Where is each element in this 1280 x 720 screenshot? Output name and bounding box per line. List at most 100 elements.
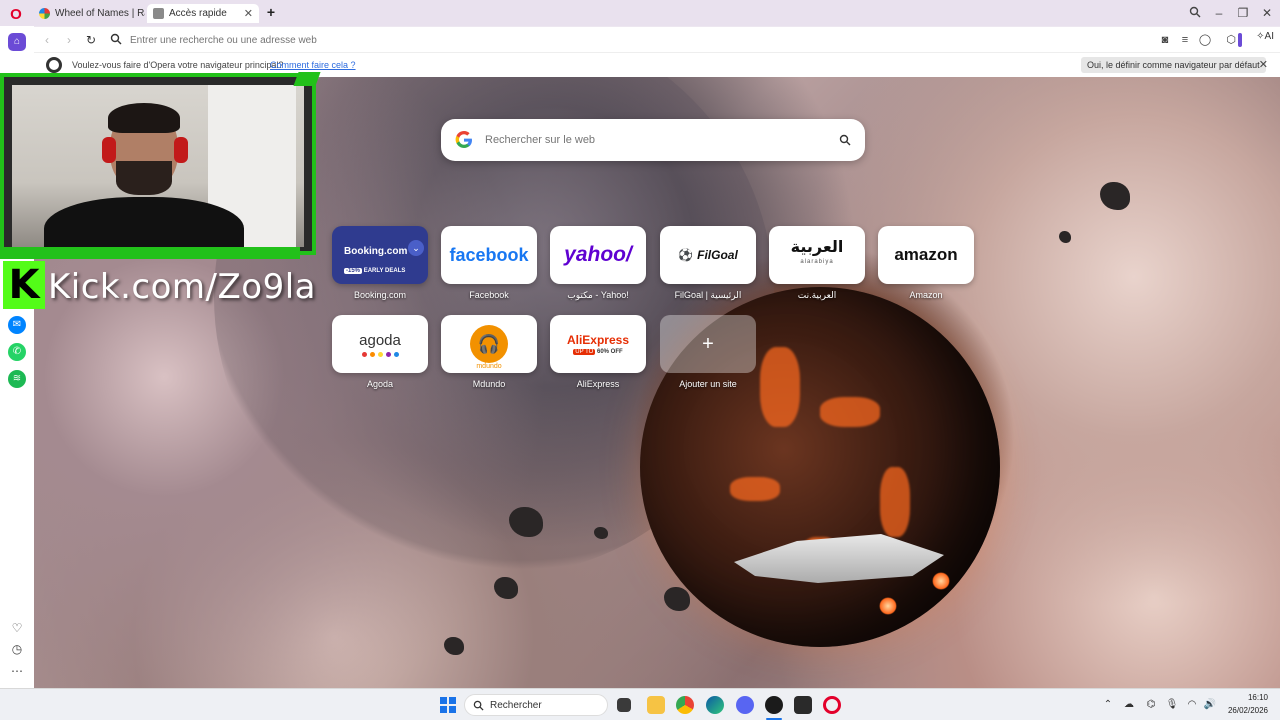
whatsapp-icon[interactable]: ✆ bbox=[8, 343, 26, 361]
close-window-button[interactable]: ✕ bbox=[1260, 6, 1274, 20]
dial-label: مكتوب - Yahoo! bbox=[567, 290, 629, 300]
plus-icon[interactable]: + bbox=[660, 315, 756, 373]
back-button[interactable]: ‹ bbox=[40, 33, 54, 47]
reload-button[interactable]: ↻ bbox=[84, 33, 98, 47]
windows-start-icon[interactable] bbox=[440, 697, 456, 713]
new-tab-button[interactable]: + bbox=[264, 5, 278, 19]
dial-tile[interactable]: agoda bbox=[332, 315, 428, 373]
speed-dial-aliexpress[interactable]: AliExpress UP TO 60% OFF AliExpress bbox=[550, 315, 646, 389]
forward-button[interactable]: › bbox=[62, 33, 76, 47]
file-explorer-icon[interactable] bbox=[647, 696, 665, 714]
agoda-logo: agoda bbox=[359, 332, 401, 357]
speed-dial-mdundo[interactable]: 🎧 mdundo Mdundo bbox=[441, 315, 537, 389]
epic-games-icon[interactable] bbox=[794, 696, 812, 714]
speed-dial-agoda[interactable]: agoda Agoda bbox=[332, 315, 428, 389]
maximize-button[interactable]: ❐ bbox=[1236, 6, 1250, 20]
speed-dial-yahoo[interactable]: yahoo/ مكتوب - Yahoo! bbox=[550, 226, 646, 301]
windows-taskbar: Rechercher ⌃ ☁ ⌬ 🎙 ◠ 🔊 16:10 26/02/2026 bbox=[0, 688, 1280, 720]
dial-tile[interactable]: amazon bbox=[878, 226, 974, 284]
tab-wheel-of-names[interactable]: Wheel of Names | Rando bbox=[33, 4, 145, 23]
filgoal-logo: FilGoal bbox=[697, 248, 738, 262]
amazon-logo: amazon bbox=[894, 245, 958, 264]
alarabiya-logo: العربية alarabiya bbox=[790, 239, 844, 266]
dial-tile[interactable]: AliExpress UP TO 60% OFF bbox=[550, 315, 646, 373]
chevron-down-icon[interactable]: ⌄ bbox=[408, 240, 424, 256]
dial-tile[interactable]: ⚽ FilGoal bbox=[660, 226, 756, 284]
messenger-icon[interactable]: ✉ bbox=[8, 316, 26, 334]
aria-ai-button[interactable]: ✧AI bbox=[1256, 31, 1274, 42]
web-search-input[interactable] bbox=[485, 131, 825, 149]
speed-dial-facebook[interactable]: facebook Facebook bbox=[441, 226, 537, 300]
accent-indicator bbox=[1238, 33, 1242, 47]
history-icon[interactable]: ◷ bbox=[8, 640, 26, 658]
opera-menu-icon[interactable]: O bbox=[8, 7, 24, 23]
opera-taskbar-icon[interactable] bbox=[823, 696, 841, 714]
heart-icon[interactable]: ♡ bbox=[8, 619, 26, 637]
search-icon bbox=[110, 33, 122, 45]
how-to-link[interactable]: Comment faire cela ? bbox=[270, 60, 356, 70]
more-icon[interactable]: ⋯ bbox=[8, 662, 26, 680]
discord-icon[interactable] bbox=[736, 696, 754, 714]
speed-dial-filgoal[interactable]: ⚽ FilGoal FilGoal | الرئيسية bbox=[660, 226, 756, 301]
taskbar-search[interactable]: Rechercher bbox=[464, 694, 608, 716]
dial-tile[interactable]: Booking.com -15% EARLY DEALS ⌄ bbox=[332, 226, 428, 284]
add-site-button[interactable]: + Ajouter un site bbox=[660, 315, 756, 389]
tab-search-icon[interactable] bbox=[1188, 6, 1202, 21]
wheel-favicon-icon bbox=[39, 8, 50, 19]
close-tab-icon[interactable]: ✕ bbox=[244, 7, 253, 20]
dial-tile[interactable]: facebook bbox=[441, 226, 537, 284]
minimize-button[interactable]: – bbox=[1212, 6, 1226, 20]
asteroid bbox=[664, 587, 690, 611]
tray-expand-icon[interactable]: ⌃ bbox=[1101, 698, 1115, 712]
speed-dial-home-icon[interactable]: ⌂ bbox=[8, 33, 26, 51]
dial-tile[interactable]: العربية alarabiya bbox=[769, 226, 865, 284]
headphones-left bbox=[102, 137, 116, 163]
volume-icon[interactable]: 🔊 bbox=[1203, 698, 1217, 712]
dial-tile[interactable]: yahoo/ bbox=[550, 226, 646, 284]
speed-dial-amazon[interactable]: amazon Amazon bbox=[878, 226, 974, 300]
extensions-icon[interactable]: ⬡ bbox=[1224, 33, 1238, 47]
taskbar-time[interactable]: 16:10 bbox=[1240, 693, 1268, 702]
spotify-icon[interactable]: ≋ bbox=[8, 370, 26, 388]
web-search-box[interactable] bbox=[441, 119, 865, 161]
kick-channel-url: Kick.com/Zo9la bbox=[48, 267, 317, 307]
engine-glow bbox=[932, 572, 950, 590]
dial-label: العربية.نت bbox=[797, 290, 837, 300]
address-input[interactable] bbox=[130, 31, 1030, 49]
task-view-icon[interactable] bbox=[617, 698, 631, 712]
tab-label: Accès rapide bbox=[169, 8, 227, 19]
speed-dial-alarabiya[interactable]: العربية alarabiya العربية.نت bbox=[769, 226, 865, 301]
edge-icon[interactable] bbox=[706, 696, 724, 714]
streamer-hair bbox=[108, 103, 180, 133]
obs-icon[interactable] bbox=[765, 696, 783, 714]
taskbar-date[interactable]: 26/02/2026 bbox=[1220, 706, 1268, 715]
headphones-icon: 🎧 bbox=[470, 325, 508, 363]
dial-label: Mdundo bbox=[472, 379, 506, 389]
booking-deal-badge: -15% EARLY DEALS bbox=[344, 268, 406, 274]
wifi-icon[interactable]: ◠ bbox=[1185, 698, 1199, 712]
kick-logo: K bbox=[3, 261, 45, 309]
profile-icon[interactable]: ◯ bbox=[1198, 33, 1212, 47]
asteroid bbox=[594, 527, 608, 539]
google-icon bbox=[455, 131, 472, 148]
dial-label: Agoda bbox=[366, 379, 394, 389]
speed-dial-booking[interactable]: Booking.com -15% EARLY DEALS ⌄ Booking.c… bbox=[332, 226, 428, 300]
set-default-button[interactable]: Oui, le définir comme navigateur par déf… bbox=[1081, 57, 1266, 73]
close-infobar-icon[interactable]: ✕ bbox=[1259, 58, 1268, 71]
asteroid bbox=[494, 577, 518, 599]
tab-acces-rapide[interactable]: Accès rapide ✕ bbox=[147, 4, 259, 23]
microphone-icon[interactable]: 🎙 bbox=[1165, 698, 1179, 712]
network-icon[interactable]: ⌬ bbox=[1144, 698, 1158, 712]
streamer-beard bbox=[116, 161, 172, 195]
dial-label: AliExpress bbox=[576, 379, 620, 389]
camera-icon[interactable]: ◙ bbox=[1158, 33, 1172, 47]
onedrive-icon[interactable]: ☁ bbox=[1122, 698, 1136, 712]
asteroid bbox=[1059, 231, 1071, 243]
asteroid bbox=[1100, 182, 1130, 210]
easy-setup-icon[interactable]: ≡ bbox=[1178, 33, 1192, 47]
chrome-icon[interactable] bbox=[676, 696, 694, 714]
booking-logo: Booking.com bbox=[344, 246, 408, 257]
dial-tile[interactable]: 🎧 mdundo bbox=[441, 315, 537, 373]
webcam-overlay bbox=[0, 73, 316, 255]
search-icon[interactable] bbox=[839, 134, 851, 146]
